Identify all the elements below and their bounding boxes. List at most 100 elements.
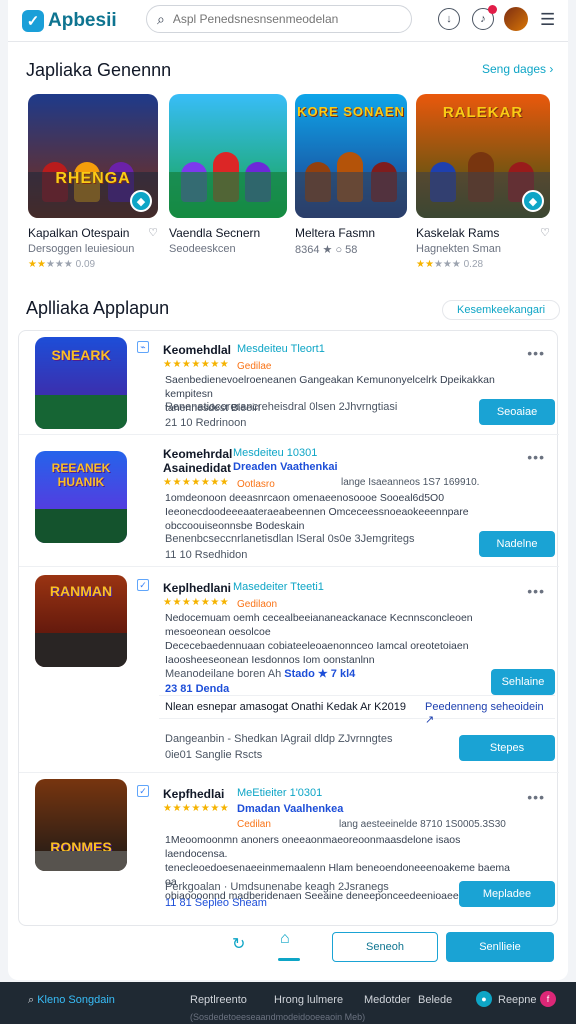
bottom-taskbar: ⌕ Kleno Songdain Reptlreento Hrong lulme… bbox=[0, 982, 576, 1024]
app-category[interactable]: Gedilaon bbox=[237, 599, 277, 610]
app-row[interactable]: RONMES ✓ Kepfhedlai MeEtieiter 1'0301 ••… bbox=[19, 777, 559, 923]
app-logo[interactable]: ✓ Apbesii bbox=[22, 9, 117, 32]
app-category[interactable]: Cedilan bbox=[237, 819, 271, 830]
featured-app-name: Vaendla Secnern bbox=[169, 226, 261, 240]
featured-app-image: RALEKAR ◆ bbox=[416, 94, 550, 218]
heart-icon[interactable]: ♡ bbox=[540, 226, 550, 240]
featured-app-image bbox=[169, 94, 287, 218]
app-developer[interactable]: Mesdeiteu Tleort1 bbox=[237, 343, 325, 355]
app-stars: ★★★★★★★ bbox=[163, 803, 230, 814]
app-developer[interactable]: Masedeiter Tteeti1 bbox=[233, 581, 324, 593]
app-action-button[interactable]: Nadelne bbox=[479, 531, 555, 557]
app-thumbnail: RONMES bbox=[35, 779, 127, 871]
featured-card[interactable]: KORE SONAEN Meltera Fasmn 8364 ★ ○ 58 bbox=[295, 94, 407, 256]
app-action-button[interactable]: Seoaiae bbox=[479, 399, 555, 425]
promo-text: Nlean esnepar amasogat Onathi Kedak Ar K… bbox=[165, 701, 406, 713]
home-icon[interactable]: ⌂ bbox=[280, 930, 290, 948]
app-stars: ★★★★★★★ bbox=[163, 597, 230, 608]
app-stats: 23 81 Denda bbox=[165, 683, 230, 695]
app-row[interactable]: RANMAN ✓ Keplhedlani Masedeiter Tteeti1 … bbox=[19, 571, 559, 773]
user-avatar[interactable] bbox=[504, 7, 528, 31]
app-secondary-button[interactable]: Stepes bbox=[459, 735, 555, 761]
featured-app-name: Kaskelak Rams bbox=[416, 226, 500, 240]
app-name-secondary: Asainedidat bbox=[163, 461, 232, 475]
apps-list: SNEARK ⌁ Keomehdlal Mesdeiteu Tleort1 ••… bbox=[18, 330, 559, 926]
taskbar-item[interactable]: Medotder bbox=[364, 994, 410, 1006]
app-action-button[interactable]: Mepladee bbox=[459, 881, 555, 907]
apps-section-link[interactable]: Kesemkeekangari bbox=[442, 300, 561, 320]
featured-app-sub: Hagnekten Sman bbox=[416, 243, 501, 255]
app-stats: 21 10 Redrinoon bbox=[165, 417, 247, 429]
top-header: ✓ Apbesii ⌕ ↓ ♪ ☰ bbox=[8, 0, 568, 42]
home-active-indicator bbox=[278, 958, 300, 961]
app-category[interactable]: Ootlasro bbox=[237, 479, 275, 490]
app-stars: ★★★★★★★ bbox=[163, 477, 230, 488]
heart-icon[interactable]: ♡ bbox=[148, 226, 158, 240]
row-select-checkbox[interactable]: ✓ bbox=[137, 785, 149, 797]
app-meta: Benenbcseccnrlanetisdlan lSeral 0s0e 3Je… bbox=[165, 533, 415, 545]
featured-app-sub: Dersoggen leuiesioun bbox=[28, 243, 135, 255]
featured-app-name: Kapalkan Otespain bbox=[28, 226, 130, 240]
app-meta: Renenatiocorerancreheisdral 0lsen 2Jhvrn… bbox=[165, 401, 398, 413]
app-description: 1omdeonoon deeasnrcaon omenaeenosoooe So… bbox=[165, 492, 469, 532]
taskbar-profile-icon[interactable]: f bbox=[540, 991, 556, 1007]
app-action-button[interactable]: Sehlaine bbox=[491, 669, 555, 695]
featured-app-sub: 8364 ★ ○ 58 bbox=[295, 244, 358, 256]
featured-see-all-link[interactable]: Seng dages › bbox=[482, 62, 553, 76]
row-select-checkbox[interactable]: ⌁ bbox=[137, 341, 149, 353]
app-name: Keomehrdal bbox=[163, 447, 233, 461]
search-bar[interactable]: ⌕ bbox=[146, 5, 412, 33]
verified-shield-icon: ◆ bbox=[130, 190, 152, 212]
app-publisher[interactable]: Dmadan Vaalhenkea bbox=[237, 803, 343, 815]
more-options-icon[interactable]: ••• bbox=[527, 583, 545, 599]
taskbar-item[interactable]: Hrong lulmere bbox=[274, 994, 343, 1006]
app-thumbnail: REEANEK HUANIK bbox=[35, 451, 127, 543]
app-meta: Perkgoalan · Umdsunenabe keagh 2Jsranegs bbox=[165, 881, 389, 893]
app-description: Nedocemuam oemh cecealbeeiananeackanace … bbox=[165, 612, 473, 666]
app-row[interactable]: SNEARK ⌁ Keomehdlal Mesdeiteu Tleort1 ••… bbox=[19, 331, 559, 435]
featured-card[interactable]: RALEKAR ◆ Kaskelak Rams ♡ Hagnekten Sman … bbox=[416, 94, 550, 270]
app-extra-info: lange Isaeanneos 1S7 169910. bbox=[341, 477, 480, 488]
outline-action-button[interactable]: Seneoh bbox=[332, 932, 438, 962]
taskbar-search[interactable]: ⌕ Kleno Songdain bbox=[28, 994, 115, 1007]
featured-app-rating: ★★★★★ 0.28 bbox=[416, 259, 484, 270]
taskbar-item-right[interactable]: Reepne bbox=[498, 994, 537, 1006]
taskbar-item[interactable]: Reptlreento bbox=[190, 994, 247, 1006]
notification-bell-icon[interactable]: ♪ bbox=[472, 5, 497, 30]
app-stats: 11 81 Sepleo Sheam bbox=[165, 897, 267, 909]
hamburger-menu-icon[interactable]: ☰ bbox=[540, 10, 555, 30]
apps-section-title: Aplliaka Applapun bbox=[26, 298, 170, 318]
featured-title: Japliaka Genennn bbox=[26, 60, 172, 80]
taskbar-footer-text: (Sosdedetoeeseaandmodeidooeeaoin Meb) bbox=[190, 1012, 366, 1022]
app-extra-info: lang aesteeinelde 8710 1S0005.3S30 bbox=[339, 819, 506, 830]
featured-card[interactable]: RHENGA ◆ Kapalkan Otespain ♡ Dersoggen le… bbox=[28, 94, 158, 270]
app-thumbnail: SNEARK bbox=[35, 337, 127, 429]
search-input[interactable] bbox=[172, 12, 393, 26]
featured-card[interactable]: Vaendla Secnern Seodeeskcen bbox=[169, 94, 287, 255]
row-select-checkbox[interactable]: ✓ bbox=[137, 579, 149, 591]
logo-text: Apbesii bbox=[48, 9, 117, 31]
app-stars: ★★★★★★★ bbox=[163, 359, 230, 370]
featured-app-rating: ★★★★★ 0.09 bbox=[28, 259, 96, 270]
app-name: Keplhedlani bbox=[163, 581, 232, 595]
download-icon[interactable]: ↓ bbox=[438, 8, 460, 30]
app-stats-secondary: 0ie01 Sanglie Rscts bbox=[165, 749, 263, 761]
app-name: Kepfhedlai bbox=[163, 787, 225, 801]
app-publisher[interactable]: Dreaden Vaathenkai bbox=[233, 461, 338, 473]
app-row[interactable]: REEANEK HUANIK Keomehrdal Asainedidat Me… bbox=[19, 437, 559, 567]
app-category[interactable]: Gedilae bbox=[237, 361, 271, 372]
primary-action-button[interactable]: Senllieie bbox=[446, 932, 554, 962]
app-developer[interactable]: Mesdeiteu 10301 bbox=[233, 447, 317, 459]
verified-shield-icon: ◆ bbox=[522, 190, 544, 212]
more-options-icon[interactable]: ••• bbox=[527, 789, 545, 805]
refresh-icon[interactable]: ↻ bbox=[232, 934, 245, 954]
more-options-icon[interactable]: ••• bbox=[527, 345, 545, 361]
taskbar-item[interactable]: Belede bbox=[418, 994, 452, 1006]
app-developer[interactable]: MeEtieiter 1'0301 bbox=[237, 787, 322, 799]
taskbar-status-icon[interactable]: ● bbox=[476, 991, 492, 1007]
app-meta-secondary: Dangeanbin - Shedkan lAgrail dldp ZJvrnn… bbox=[165, 733, 393, 745]
featured-app-sub: Seodeeskcen bbox=[169, 243, 236, 255]
more-options-icon[interactable]: ••• bbox=[527, 449, 545, 465]
promo-strip: Nlean esnepar amasogat Onathi Kedak Ar K… bbox=[159, 695, 555, 726]
promo-link[interactable]: Peedenneng seheoidein ↗ bbox=[425, 701, 555, 726]
